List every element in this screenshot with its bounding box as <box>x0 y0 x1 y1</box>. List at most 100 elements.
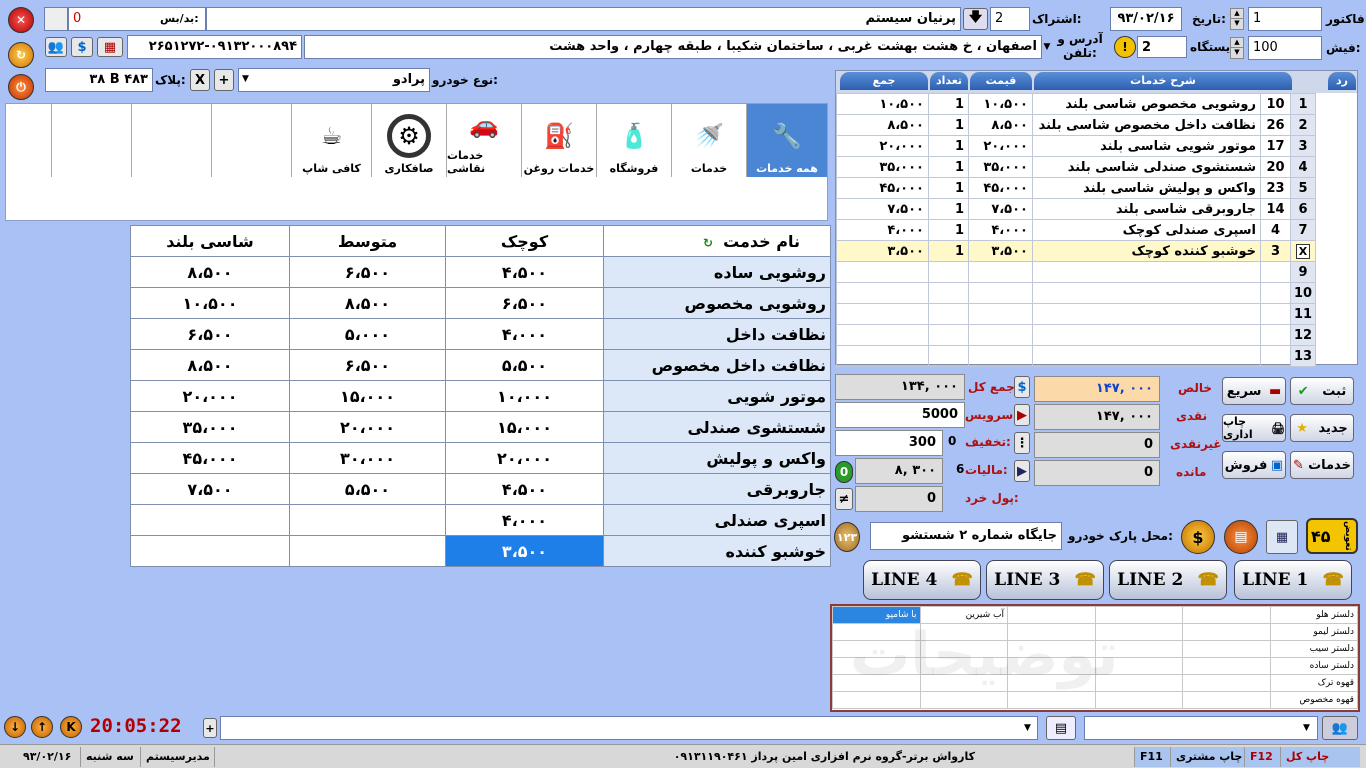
table-row[interactable]: ۷،۵۰۰ 1 ۷،۵۰۰ جاروبرقی شاسی بلند 14 6 <box>836 198 1316 220</box>
service-name-cell[interactable]: شستشوی صندلی <box>603 411 831 443</box>
table-row[interactable]: ۸،۵۰۰ ۶،۵۰۰ ۴،۵۰۰ روشویی ساده <box>130 256 831 288</box>
arrow-down-circle-icon[interactable]: ↓ <box>4 716 26 738</box>
invoice-total-cell[interactable]: ۱۰،۵۰۰ <box>836 93 929 115</box>
delete-row-icon[interactable]: X <box>1295 243 1311 259</box>
price-cell[interactable]: ۳۰،۰۰۰ <box>289 442 446 474</box>
category-paint[interactable]: 🚗 خدمات نقاشی <box>446 104 521 177</box>
table-row[interactable]: ۷،۵۰۰ ۵،۵۰۰ ۴،۵۰۰ جاروبرقی <box>130 473 831 505</box>
table-row[interactable]: ۴۵،۰۰۰ 1 ۴۵،۰۰۰ واکس و پولیش شاسی بلند 23 5 <box>836 177 1316 199</box>
price-cell[interactable]: ۲۰،۰۰۰ <box>289 411 446 443</box>
invoice-price-cell[interactable] <box>968 282 1033 304</box>
refresh-icon[interactable]: ↻ <box>8 42 34 68</box>
invoice-code-cell[interactable]: 20 <box>1260 156 1291 178</box>
invoice-qty-cell[interactable] <box>928 324 969 346</box>
invoice-qty-cell[interactable]: 1 <box>928 93 969 115</box>
add-note-button[interactable]: + <box>203 718 217 738</box>
description-cell[interactable] <box>1182 691 1271 709</box>
service-name-cell[interactable]: خوشبو کننده <box>603 535 831 567</box>
column-header-qty[interactable]: تعداد <box>930 72 968 90</box>
column-header-price[interactable]: قیمت <box>970 72 1032 90</box>
customer-name-field[interactable]: پرنیان سیستم <box>206 7 961 31</box>
table-row[interactable]: ۸،۵۰۰ ۶،۵۰۰ ۵،۵۰۰ نظافت داخل مخصوص <box>130 349 831 381</box>
cash-register-icon[interactable]: ▤ <box>1224 520 1258 554</box>
invoice-price-cell[interactable]: ۴،۰۰۰ <box>968 219 1033 241</box>
service-name-cell[interactable]: اسپری صندلی <box>603 504 831 536</box>
price-cell[interactable]: ۵،۰۰۰ <box>289 318 446 350</box>
invoice-code-cell[interactable]: 3 <box>1260 240 1291 262</box>
power-icon[interactable]: ⏻ <box>8 74 34 100</box>
note-dropdown-icon[interactable]: ▼ <box>1024 723 1031 733</box>
table-row[interactable]: ۳،۵۰۰ خوشبو کننده <box>130 535 831 567</box>
receipt-spinner[interactable]: ▲ ▼ <box>1230 37 1244 59</box>
quick-button[interactable]: سریع ▬ <box>1222 377 1286 405</box>
discount-value[interactable]: 300 <box>835 430 943 456</box>
invoice-price-cell[interactable]: ۳۵،۰۰۰ <box>968 156 1033 178</box>
receipt-field[interactable]: 100 <box>1248 36 1322 60</box>
invoice-qty-cell[interactable]: 1 <box>928 135 969 157</box>
car-type-dropdown-icon[interactable]: ▼ <box>242 74 249 84</box>
invoice-code-cell[interactable] <box>1260 345 1291 367</box>
invoice-price-cell[interactable]: ۴۵،۰۰۰ <box>968 177 1033 199</box>
invoice-code-cell[interactable] <box>1260 324 1291 346</box>
dollar-coin-icon[interactable]: $ <box>1181 520 1215 554</box>
table-row[interactable]: 10 <box>836 282 1316 304</box>
invoice-price-cell[interactable] <box>968 324 1033 346</box>
description-cell[interactable]: دلستر سیب <box>1269 640 1358 658</box>
line-4-button[interactable]: LINE 4 ☎ <box>863 560 981 600</box>
invoice-qty-cell[interactable] <box>928 282 969 304</box>
price-cell[interactable]: ۶،۵۰۰ <box>289 256 446 288</box>
column-header-row[interactable]: رد <box>1328 72 1356 90</box>
invoice-total-cell[interactable] <box>836 345 929 367</box>
service-arrow-icon[interactable]: ▶ <box>1014 404 1030 426</box>
invoice-total-cell[interactable]: ۲۰،۰۰۰ <box>836 135 929 157</box>
add-car-button[interactable]: + <box>214 69 234 91</box>
description-cell[interactable] <box>1182 623 1271 641</box>
invoice-qty-cell[interactable] <box>928 261 969 283</box>
invoice-qty-cell[interactable]: 1 <box>928 240 969 262</box>
invoice-qty-cell[interactable]: 1 <box>928 156 969 178</box>
phone-field[interactable]: ۲۶۵۱۲۷۲-۰۹۱۳۲۰۰۰۸۹۴ <box>127 35 302 59</box>
invoice-qty-cell[interactable] <box>928 303 969 325</box>
invoice-qty-cell[interactable]: 1 <box>928 198 969 220</box>
description-cell[interactable]: دلستر لیمو <box>1269 623 1358 641</box>
print-office-button[interactable]: چاپ اداری 🖨 <box>1222 414 1286 442</box>
price-cell[interactable]: ۴،۰۰۰ <box>445 318 604 350</box>
service-name-cell[interactable]: نظافت داخل مخصوص <box>603 349 831 381</box>
invoice-price-cell[interactable]: ۳،۵۰۰ <box>968 240 1033 262</box>
invoice-price-cell[interactable]: ۷،۵۰۰ <box>968 198 1033 220</box>
service-name-cell[interactable]: جاروبرقی <box>603 473 831 505</box>
price-cell[interactable] <box>289 504 446 536</box>
invoice-price-cell[interactable]: ۲۰،۰۰۰ <box>968 135 1033 157</box>
invoice-total-cell[interactable] <box>836 324 929 346</box>
invoice-desc-cell[interactable] <box>1032 324 1261 346</box>
new-button[interactable]: ★ جدید <box>1290 414 1354 442</box>
invoice-code-cell[interactable] <box>1260 282 1291 304</box>
discount-menu-icon[interactable]: ⋮ <box>1014 432 1030 454</box>
invoice-qty-cell[interactable]: 1 <box>928 177 969 199</box>
invoice-code-cell[interactable]: 26 <box>1260 114 1291 136</box>
price-cell[interactable]: ۳۵،۰۰۰ <box>130 411 290 443</box>
clear-plate-button[interactable]: X <box>190 69 210 91</box>
invoice-desc-cell[interactable]: شستشوی صندلی شاسی بلند <box>1032 156 1261 178</box>
discount-pct[interactable]: 0 <box>948 434 956 448</box>
invoice-code-cell[interactable]: 17 <box>1260 135 1291 157</box>
description-cell[interactable] <box>919 691 1008 709</box>
description-cell[interactable] <box>832 691 921 709</box>
price-cell[interactable] <box>130 535 290 567</box>
table-row[interactable]: ۳۵،۰۰۰ 1 ۳۵،۰۰۰ شستشوی صندلی شاسی بلند 20 4 <box>836 156 1316 178</box>
table-row[interactable]: ۳۵،۰۰۰ ۲۰،۰۰۰ ۱۵،۰۰۰ شستشوی صندلی <box>130 411 831 443</box>
invoice-price-cell[interactable] <box>968 261 1033 283</box>
invoice-code-cell[interactable]: 23 <box>1260 177 1291 199</box>
invoice-price-cell[interactable] <box>968 345 1033 367</box>
table-row[interactable]: 12 <box>836 324 1316 346</box>
line-1-button[interactable]: LINE 1 ☎ <box>1234 560 1352 600</box>
invoice-desc-cell[interactable]: جاروبرقی شاسی بلند <box>1032 198 1261 220</box>
invoice-price-cell[interactable]: ۸،۵۰۰ <box>968 114 1033 136</box>
invoice-code-cell[interactable]: 4 <box>1260 219 1291 241</box>
invoice-qty-cell[interactable]: 1 <box>928 219 969 241</box>
invoice-desc-cell[interactable] <box>1032 282 1261 304</box>
invoice-total-cell[interactable]: ۸،۵۰۰ <box>836 114 929 136</box>
invoice-field[interactable]: 1 <box>1248 7 1322 31</box>
description-cell[interactable] <box>1182 606 1271 624</box>
description-cell[interactable] <box>1182 674 1271 692</box>
